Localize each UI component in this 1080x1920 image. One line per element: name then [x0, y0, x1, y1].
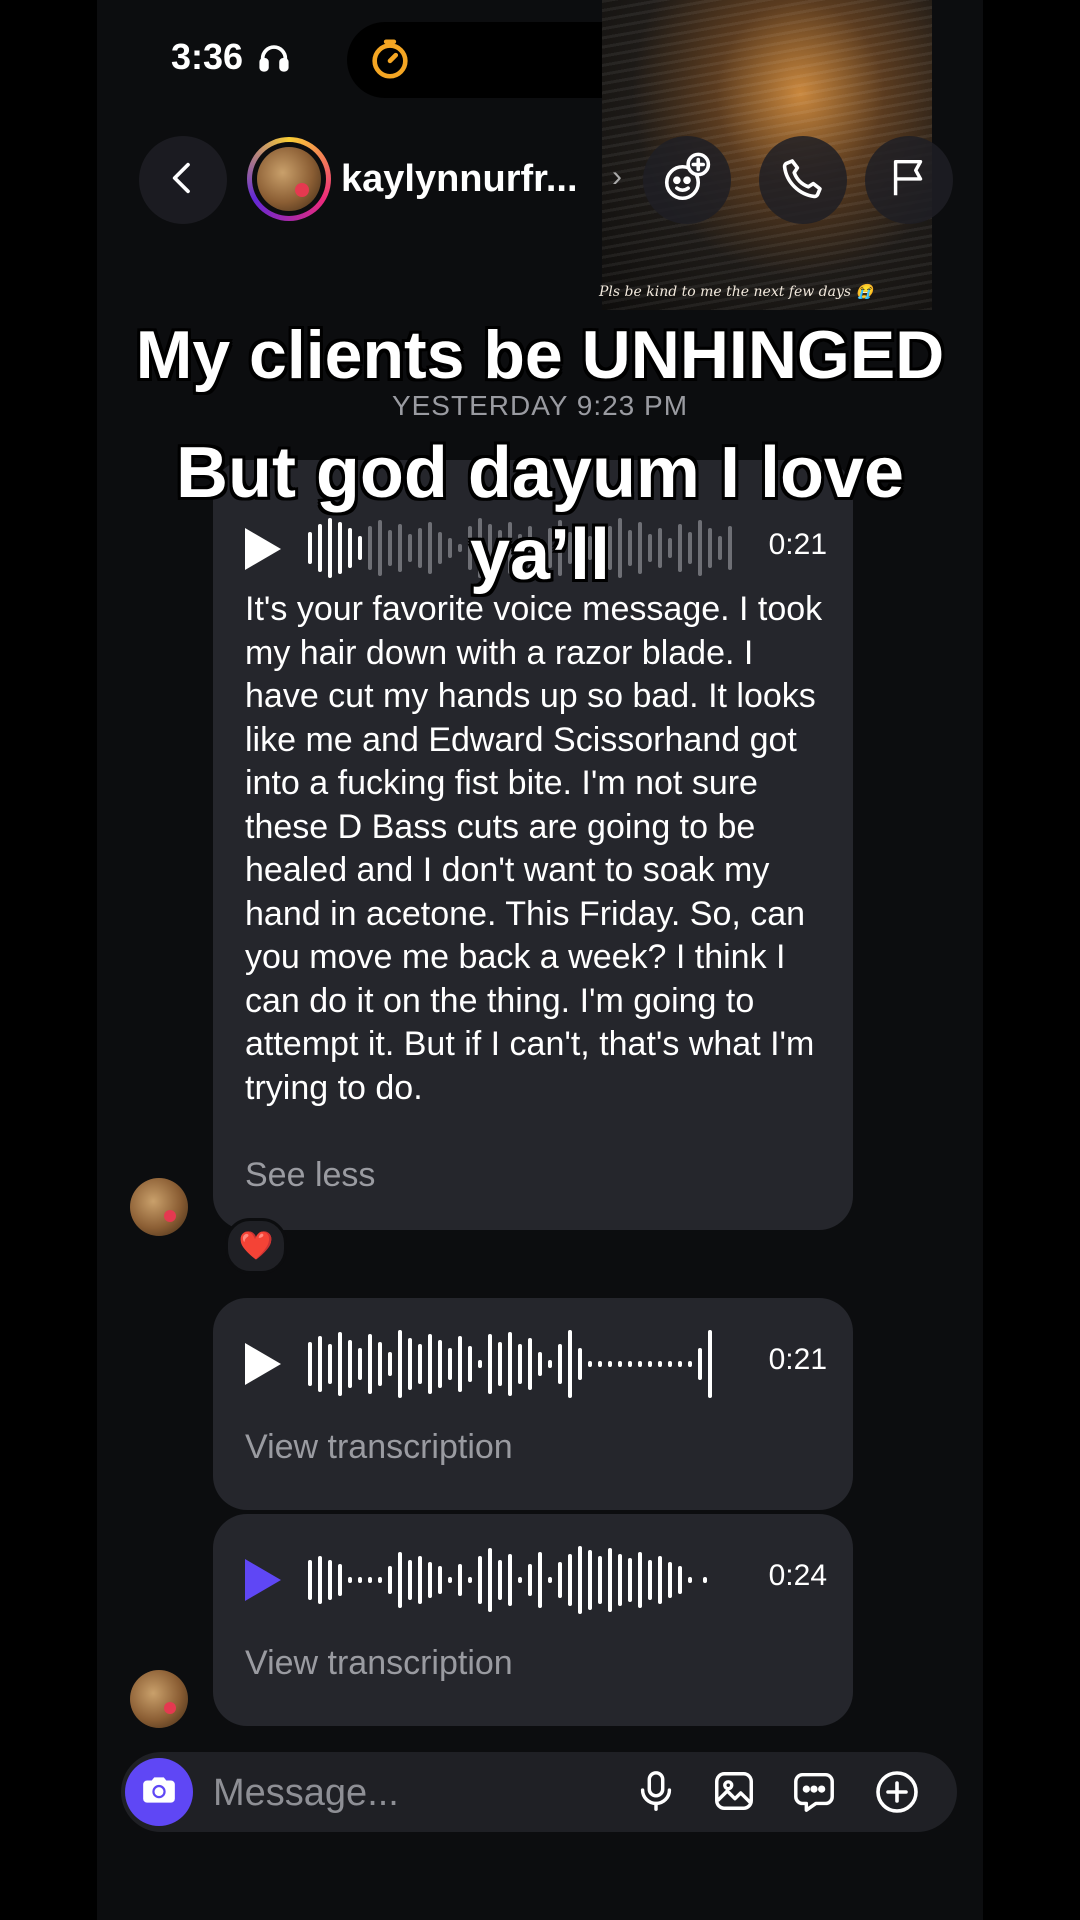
waveform [308, 1330, 712, 1398]
contact-chevron: › [612, 160, 622, 193]
audio-call-button[interactable] [759, 136, 847, 224]
sender-avatar[interactable] [130, 1178, 188, 1236]
plus-icon[interactable] [873, 1768, 921, 1821]
effects-icon [660, 151, 714, 210]
camera-button[interactable] [125, 1758, 193, 1826]
waveform [308, 1546, 707, 1614]
heart-reaction[interactable]: ❤️ [225, 1218, 287, 1274]
gallery-icon[interactable] [711, 1768, 757, 1819]
microphone-icon[interactable] [633, 1768, 679, 1819]
phone-icon [779, 154, 827, 207]
story-caption: Pls be kind to me the next few days 😭 [599, 284, 873, 300]
contact-avatar[interactable] [247, 137, 331, 221]
voice-duration: 0:21 [768, 1343, 827, 1376]
thread-timestamp: YESTERDAY 9:23 PM [391, 390, 689, 421]
effects-button[interactable] [643, 136, 731, 224]
voice-duration: 0:24 [768, 1559, 827, 1592]
view-transcription-link[interactable]: View transcription [245, 1428, 513, 1467]
headphones-icon [257, 40, 291, 79]
back-button[interactable] [139, 136, 227, 224]
voice-message-bubble[interactable]: 0:24 View transcription [213, 1514, 853, 1726]
overlay-caption-line2: But god dayum I love ya’ll [175, 433, 905, 595]
back-icon [163, 158, 203, 203]
play-icon[interactable] [245, 1559, 281, 1601]
timer-icon [367, 36, 413, 87]
play-icon[interactable] [245, 1343, 281, 1385]
dm-screen: 3:36 82 Pls be kind to me the next few d… [97, 0, 983, 1920]
view-transcription-link[interactable]: View transcription [245, 1644, 513, 1683]
voice-transcript: It's your favorite voice message. I took… [245, 590, 823, 1107]
sticker-icon[interactable] [791, 1768, 837, 1819]
see-less-link[interactable]: See less [245, 1156, 375, 1195]
camera-icon [140, 1771, 178, 1814]
contact-name[interactable]: kaylynnurfr... [341, 158, 578, 201]
voice-message-bubble[interactable]: 0:21 View transcription [213, 1298, 853, 1510]
flag-icon [886, 155, 932, 206]
message-composer: Message... [121, 1752, 957, 1832]
message-input[interactable]: Message... [213, 1772, 399, 1815]
report-flag-button[interactable] [865, 136, 953, 224]
sender-avatar[interactable] [130, 1670, 188, 1728]
overlay-caption-line1: My clients be UNHINGED [135, 317, 945, 393]
status-time: 3:36 [171, 36, 244, 77]
